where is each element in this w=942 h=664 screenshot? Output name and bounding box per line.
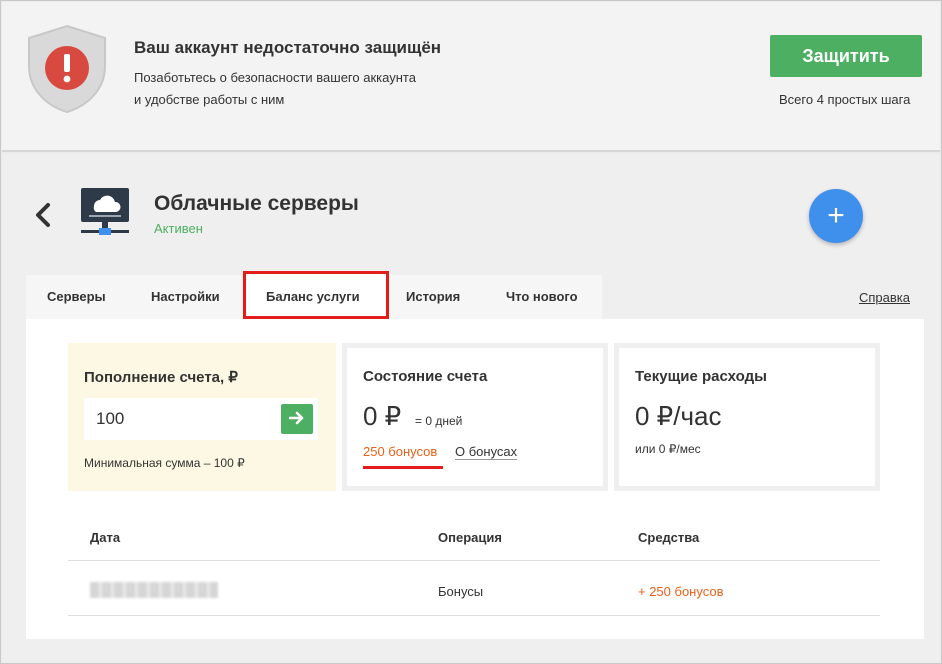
- balance-content: Пополнение счета, ₽ Минимальная сумма – …: [26, 319, 924, 639]
- help-link[interactable]: Справка: [859, 290, 910, 305]
- topup-card: Пополнение счета, ₽ Минимальная сумма – …: [68, 343, 336, 491]
- back-chevron-icon[interactable]: [32, 202, 54, 228]
- tab-whats-new[interactable]: Что нового: [506, 275, 578, 319]
- protect-button[interactable]: Защитить: [770, 35, 922, 77]
- table-header-amount: Средства: [638, 530, 700, 545]
- hourly-cost-amount: 0 ₽/час: [635, 401, 722, 431]
- tab-balance[interactable]: Баланс услуги: [266, 275, 360, 319]
- tab-bar: Серверы Настройки Баланс услуги История …: [26, 271, 602, 319]
- account-balance-amount: 0 ₽: [363, 401, 402, 431]
- account-days-left: = 0 дней: [415, 414, 463, 428]
- table-row-divider: [68, 615, 880, 616]
- cloud-server-icon: [81, 188, 129, 235]
- tab-servers[interactable]: Серверы: [47, 275, 106, 319]
- table-row-operation: Бонусы: [438, 584, 484, 599]
- service-title: Облачные серверы: [154, 192, 359, 215]
- add-button[interactable]: +: [809, 189, 863, 243]
- alert-description-line1: Позаботьтесь о безопасности вашего аккау…: [134, 70, 416, 85]
- bonus-highlight-underline: [363, 466, 443, 469]
- topup-submit-button[interactable]: [281, 404, 313, 434]
- table-header-operation: Операция: [438, 530, 502, 545]
- tab-settings[interactable]: Настройки: [151, 275, 220, 319]
- about-bonus-link[interactable]: О бонусах: [455, 444, 518, 460]
- tab-history[interactable]: История: [406, 275, 460, 319]
- account-state-card: Состояние счета 0 ₽ = 0 дней 250 бонусов…: [342, 343, 608, 491]
- protect-steps-hint: Всего 4 простых шага: [779, 92, 911, 107]
- arrow-right-icon: [288, 411, 304, 424]
- account-state-title: Состояние счета: [363, 368, 488, 385]
- topup-title: Пополнение счета, ₽: [84, 369, 238, 386]
- current-costs-title: Текущие расходы: [635, 368, 767, 385]
- shield-exclamation-icon: [28, 24, 106, 114]
- service-panel: Облачные серверы Активен + Серверы Настр…: [2, 154, 940, 662]
- security-alert-banner: Ваш аккаунт недостаточно защищён Позабот…: [2, 2, 940, 152]
- service-status: Активен: [154, 221, 203, 236]
- table-row-amount: + 250 бонусов: [638, 584, 724, 599]
- monthly-cost-note: или 0 ₽/мес: [635, 442, 701, 456]
- current-costs-card: Текущие расходы 0 ₽/час или 0 ₽/мес: [614, 343, 880, 491]
- alert-title: Ваш аккаунт недостаточно защищён: [134, 38, 442, 57]
- table-row-date-blurred: [90, 582, 218, 598]
- alert-description-line2: и удобстве работы с ним: [134, 92, 285, 107]
- table-header-date: Дата: [90, 530, 121, 545]
- bonus-count-link[interactable]: 250 бонусов: [363, 444, 437, 459]
- window-frame: Ваш аккаунт недостаточно защищён Позабот…: [0, 0, 942, 664]
- table-divider: [68, 560, 880, 561]
- topup-min-note: Минимальная сумма – 100 ₽: [84, 456, 245, 470]
